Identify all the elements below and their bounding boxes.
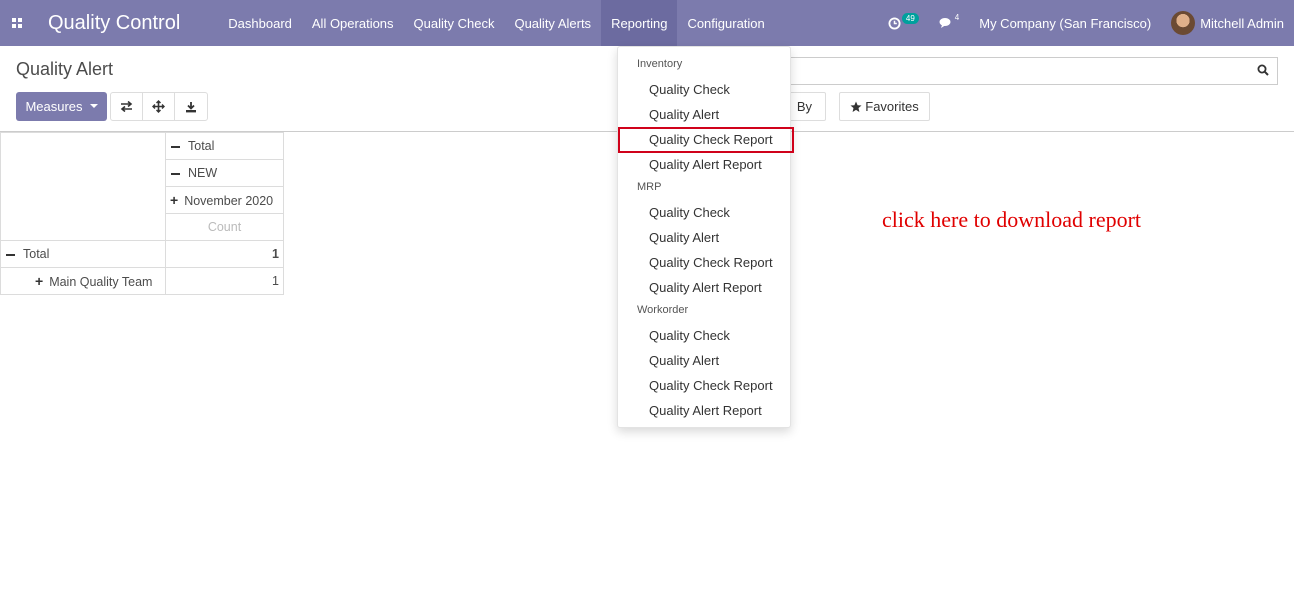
messages-count: 4: [954, 12, 960, 22]
swap-icon: [120, 101, 133, 112]
menu-quality-check[interactable]: Quality Check: [404, 0, 505, 46]
inventory-quality-check-report[interactable]: Quality Check Report: [649, 132, 773, 147]
page-title: Quality Alert: [16, 59, 114, 79]
activity-button[interactable]: 49: [878, 0, 929, 46]
top-navbar: Quality Control Dashboard All Operations…: [0, 0, 1294, 46]
avatar: [1171, 11, 1196, 35]
pivot-table: Total NEW + November 2020 Count Total 1 +…: [0, 132, 284, 295]
inventory-quality-alert-report[interactable]: Quality Alert Report: [649, 157, 762, 172]
apps-menu-icon[interactable]: [0, 0, 34, 46]
group-by-label: By: [796, 99, 812, 114]
mrp-quality-check-report[interactable]: Quality Check Report: [649, 255, 773, 270]
workorder-quality-check[interactable]: Quality Check: [649, 328, 730, 343]
col-header-label: NEW: [188, 166, 218, 180]
chat-icon: [939, 18, 951, 28]
inventory-quality-check[interactable]: Quality Check: [649, 82, 730, 97]
workorder-quality-check-report[interactable]: Quality Check Report: [649, 378, 773, 393]
favorites-label: Favorites: [865, 99, 919, 114]
collapse-icon: [6, 253, 15, 256]
search-icon[interactable]: [1257, 64, 1269, 76]
section-header-workorder: Workorder: [637, 304, 689, 316]
measure-header: Count: [165, 213, 284, 241]
inventory-quality-alert[interactable]: Quality Alert: [649, 107, 719, 122]
menu-quality-alerts[interactable]: Quality Alerts: [504, 0, 601, 46]
row-header-total[interactable]: Total: [0, 240, 166, 268]
download-icon: [186, 101, 196, 112]
flip-axis-button[interactable]: [111, 93, 143, 120]
expand-icon: +: [170, 192, 179, 208]
pivot-corner-cell: [0, 132, 166, 241]
user-name: Mitchell Admin: [1200, 15, 1284, 31]
star-icon: [850, 101, 862, 112]
messages-button[interactable]: 4: [929, 0, 969, 46]
cell-total-count[interactable]: 1: [165, 240, 284, 268]
menu-all-operations[interactable]: All Operations: [302, 0, 404, 46]
workorder-quality-alert-report[interactable]: Quality Alert Report: [649, 403, 762, 418]
col-header-date[interactable]: + November 2020: [165, 186, 284, 214]
user-menu[interactable]: Mitchell Admin: [1161, 0, 1294, 46]
collapse-icon: [171, 172, 180, 175]
expand-all-button[interactable]: [143, 93, 175, 120]
company-switcher[interactable]: My Company (San Francisco): [969, 0, 1161, 46]
col-header-total[interactable]: Total: [165, 132, 284, 160]
row-header-team[interactable]: + Main Quality Team: [0, 267, 166, 295]
search-input[interactable]: [790, 57, 1278, 85]
favorites-button[interactable]: Favorites: [839, 92, 930, 121]
clock-icon: [888, 16, 901, 30]
measures-button[interactable]: Measures: [16, 92, 107, 121]
section-header-mrp: MRP: [637, 181, 662, 193]
measures-label: Measures: [25, 99, 83, 114]
menu-configuration[interactable]: Configuration: [677, 0, 774, 46]
mrp-quality-alert[interactable]: Quality Alert: [649, 230, 719, 245]
section-header-inventory: Inventory: [637, 58, 683, 70]
mrp-quality-alert-report[interactable]: Quality Alert Report: [649, 280, 762, 295]
workorder-quality-alert[interactable]: Quality Alert: [649, 353, 719, 368]
col-header-label: November 2020: [184, 194, 274, 208]
menu-dashboard[interactable]: Dashboard: [218, 0, 302, 46]
activity-count-badge: 49: [901, 12, 919, 24]
caret-down-icon: [89, 103, 98, 108]
col-header-label: Total: [188, 139, 215, 153]
pivot-toolbar: [110, 92, 208, 121]
row-header-label: Main Quality Team: [49, 275, 153, 289]
arrows-expand-icon: [152, 100, 165, 113]
mrp-quality-check[interactable]: Quality Check: [649, 205, 730, 220]
col-header-new[interactable]: NEW: [165, 159, 284, 187]
row-header-label: Total: [23, 247, 50, 261]
reporting-dropdown: Inventory Quality Check Quality Alert Qu…: [617, 46, 794, 428]
menu-reporting[interactable]: Reporting: [601, 0, 678, 46]
app-title[interactable]: Quality Control: [34, 12, 218, 35]
cell-team-count[interactable]: 1: [165, 267, 284, 295]
annotation-text: click here to download report: [882, 207, 1142, 232]
collapse-icon: [171, 145, 180, 148]
download-button[interactable]: [175, 93, 207, 120]
expand-icon: +: [35, 273, 44, 289]
